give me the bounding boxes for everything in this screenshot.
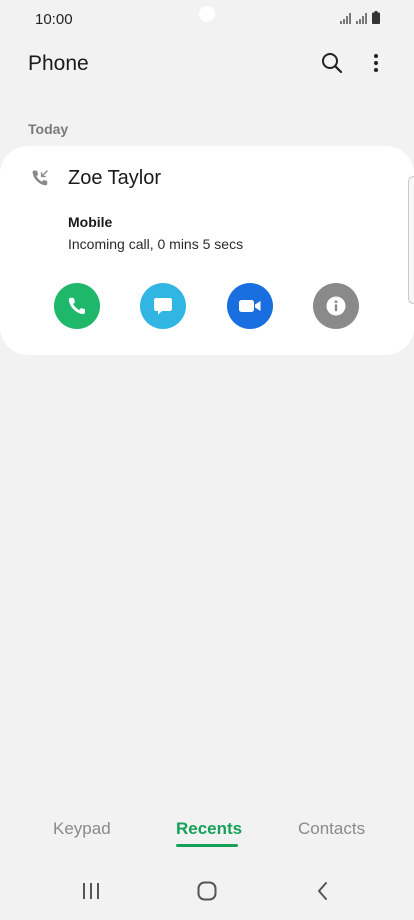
message-button[interactable] xyxy=(140,283,186,329)
back-icon xyxy=(318,882,327,900)
back-button[interactable] xyxy=(309,879,337,903)
system-nav-bar xyxy=(0,865,414,920)
scrollbar-handle[interactable] xyxy=(408,176,414,304)
call-button[interactable] xyxy=(54,283,100,329)
home-button[interactable] xyxy=(193,879,221,903)
recent-call-card[interactable]: Zoe Taylor Mobile Incoming call, 0 mins … xyxy=(0,146,414,355)
home-icon xyxy=(197,881,217,901)
tab-contacts[interactable]: Contacts xyxy=(298,819,365,839)
status-time: 10:00 xyxy=(35,11,73,28)
more-options-button[interactable] xyxy=(362,49,390,77)
more-vertical-icon xyxy=(374,54,378,72)
tab-keypad[interactable]: Keypad xyxy=(53,819,111,839)
info-button[interactable] xyxy=(313,283,359,329)
page-title: Phone xyxy=(28,52,89,75)
status-bar: 10:00 xyxy=(0,0,414,40)
battery-icon xyxy=(372,11,380,24)
search-icon xyxy=(322,53,343,74)
section-header-today: Today xyxy=(28,121,69,137)
message-icon xyxy=(154,298,172,315)
recent-apps-button[interactable] xyxy=(77,879,105,903)
status-icons xyxy=(340,11,380,24)
phone-app-screen: 10:00 Phone Today Zoe Taylor Mobile Inco… xyxy=(0,0,414,920)
video-call-icon xyxy=(239,300,261,312)
bottom-tab-bar: Keypad Recents Contacts xyxy=(0,805,414,855)
active-tab-indicator xyxy=(176,844,238,847)
video-call-button[interactable] xyxy=(227,283,273,329)
tab-recents[interactable]: Recents xyxy=(176,819,242,839)
signal-icon xyxy=(340,13,351,24)
number-type-label: Mobile xyxy=(68,214,113,230)
call-detail: Incoming call, 0 mins 5 secs xyxy=(68,236,244,252)
camera-cutout xyxy=(199,6,215,22)
incoming-call-icon xyxy=(32,170,48,186)
info-icon xyxy=(326,296,346,316)
phone-icon xyxy=(68,297,86,315)
search-button[interactable] xyxy=(318,49,346,77)
signal-icon xyxy=(356,13,367,24)
recent-apps-icon xyxy=(83,883,99,899)
contact-name: Zoe Taylor xyxy=(68,167,162,189)
